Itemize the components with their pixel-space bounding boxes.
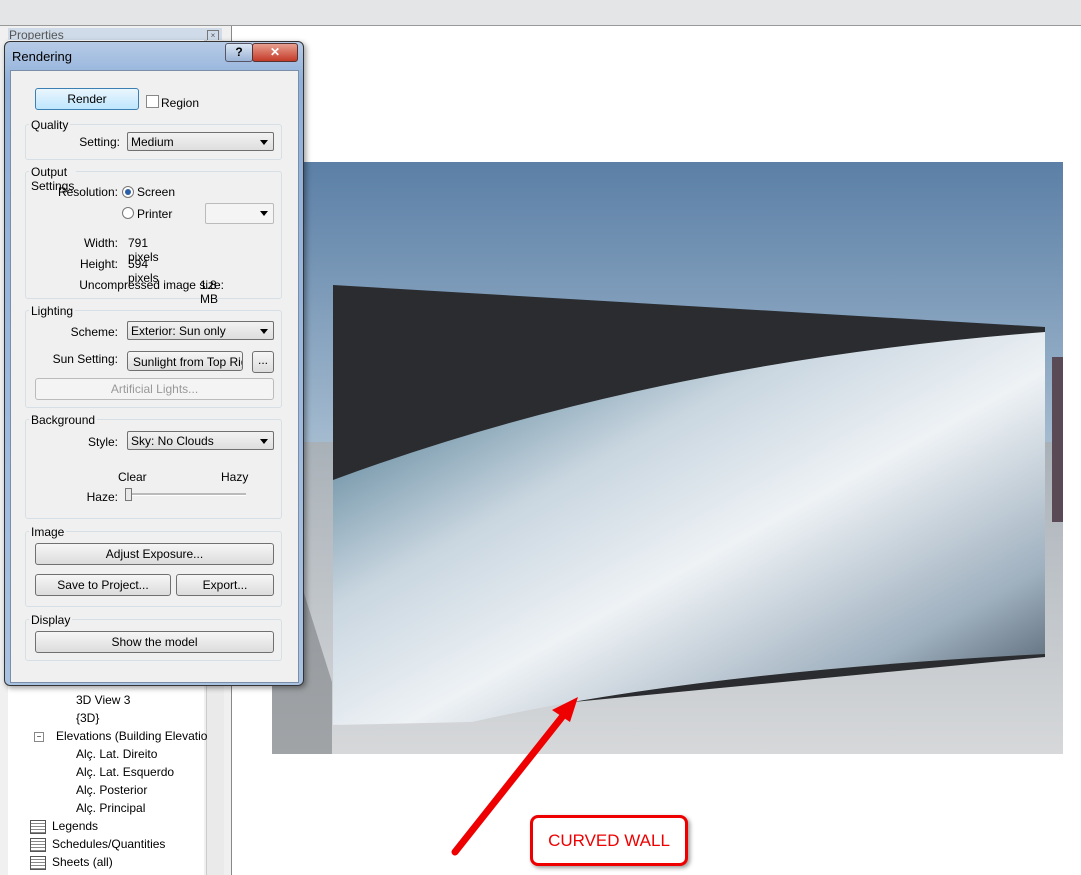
style-label: Style: <box>87 435 118 449</box>
haze-label: Haze: <box>86 490 118 504</box>
sun-setting-more-button[interactable]: ... <box>252 351 274 373</box>
haze-slider-thumb[interactable] <box>125 488 132 501</box>
sun-setting-button[interactable]: Sunlight from Top Righ <box>127 351 243 371</box>
save-to-project-button[interactable]: Save to Project... <box>35 574 171 596</box>
clear-label: Clear <box>118 470 147 484</box>
export-button[interactable]: Export... <box>176 574 274 596</box>
curved-wall-callout: CURVED WALL <box>530 815 688 866</box>
region-checkbox[interactable] <box>146 95 159 108</box>
setting-label: Setting: <box>79 135 120 149</box>
screen-radio[interactable] <box>122 186 134 198</box>
height-label: Height: <box>79 257 118 271</box>
width-label: Width: <box>83 236 118 250</box>
show-model-button[interactable]: Show the model <box>35 631 274 653</box>
render-button[interactable]: Render <box>35 88 139 110</box>
scheme-label: Scheme: <box>70 325 118 339</box>
close-button[interactable]: ✕ <box>252 43 298 62</box>
hazy-label: Hazy <box>221 470 249 484</box>
printer-dpi-dropdown[interactable] <box>205 203 274 224</box>
background-style-dropdown[interactable]: Sky: No Clouds <box>127 431 274 450</box>
region-label: Region <box>161 96 200 110</box>
haze-slider-track[interactable] <box>128 493 246 496</box>
resolution-label: Resolution: <box>57 185 118 199</box>
printer-label: Printer <box>137 207 173 221</box>
display-group-label: Display <box>29 613 73 627</box>
scheme-dropdown[interactable]: Exterior: Sun only <box>127 321 274 340</box>
image-size-label: Uncompressed image size: <box>79 278 224 292</box>
image-size-value: 1.8 MB <box>200 278 218 306</box>
help-button[interactable]: ? <box>225 43 253 62</box>
artificial-lights-button[interactable]: Artificial Lights... <box>35 378 274 400</box>
printer-radio[interactable] <box>122 207 134 219</box>
quality-group-label: Quality <box>29 118 71 132</box>
background-group-label: Background <box>29 413 98 427</box>
dialog-title: Rendering <box>12 49 72 64</box>
image-group-label: Image <box>29 525 67 539</box>
lighting-group-label: Lighting <box>29 304 76 318</box>
sun-setting-label: Sun Setting: <box>52 352 118 366</box>
screen-label: Screen <box>137 185 176 199</box>
quality-setting-dropdown[interactable]: Medium <box>127 132 274 151</box>
adjust-exposure-button[interactable]: Adjust Exposure... <box>35 543 274 565</box>
